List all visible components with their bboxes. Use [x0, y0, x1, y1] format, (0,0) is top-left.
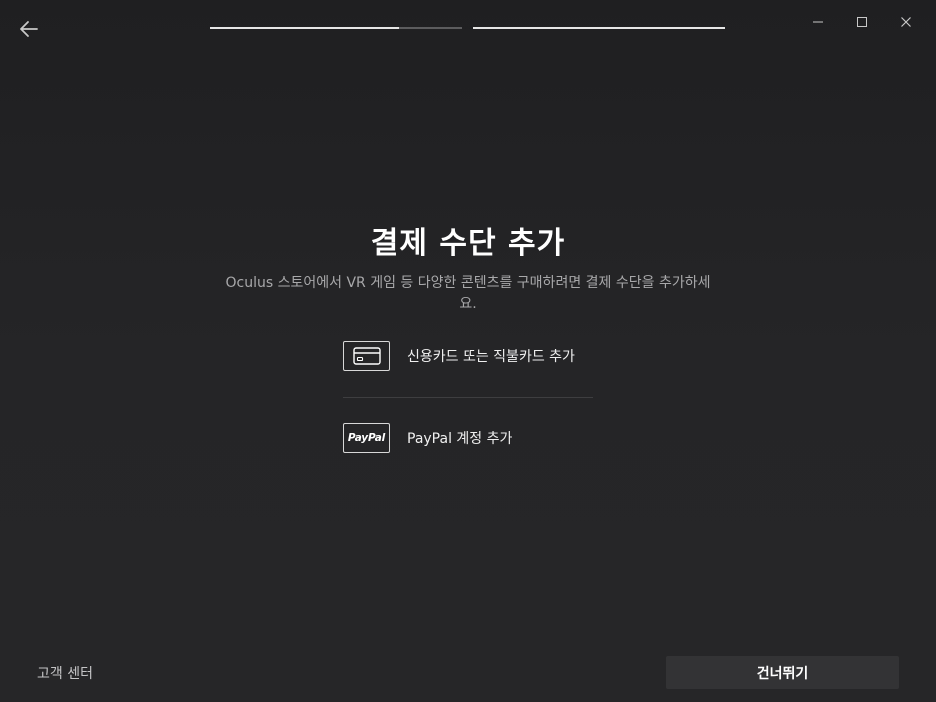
maximize-button[interactable] — [840, 8, 884, 36]
window-controls — [796, 8, 928, 36]
page-title: 결제 수단 추가 — [370, 226, 566, 261]
customer-support-link[interactable]: 고객 센터 — [37, 663, 93, 683]
add-credit-card-label: 신용카드 또는 직불카드 추가 — [407, 349, 575, 365]
oculus-setup-window: 결제 수단 추가 Oculus 스토어에서 VR 게임 등 다양한 콘텐츠를 구… — [0, 0, 936, 702]
paypal-logo-text: PayPal — [347, 432, 386, 444]
close-icon — [901, 17, 911, 27]
minimize-icon — [813, 21, 823, 23]
back-button[interactable] — [14, 14, 44, 44]
progress-bar-step-1-fill — [210, 27, 399, 29]
credit-card-icon — [343, 341, 390, 371]
paypal-logo-icon: PayPal — [343, 423, 390, 453]
minimize-button[interactable] — [796, 8, 840, 36]
page-subtitle: Oculus 스토어에서 VR 게임 등 다양한 콘텐츠를 구매하려면 결제 수… — [225, 275, 711, 312]
progress-bar-step-2-fill — [473, 27, 725, 29]
skip-button[interactable]: 건너뛰기 — [666, 656, 899, 689]
add-credit-card-option[interactable]: 신용카드 또는 직불카드 추가 — [343, 341, 593, 371]
add-paypal-label: PayPal 계정 추가 — [407, 431, 513, 447]
add-paypal-option[interactable]: PayPal PayPal 계정 추가 — [343, 423, 593, 453]
maximize-icon — [857, 17, 867, 27]
close-button[interactable] — [884, 8, 928, 36]
arrow-left-icon — [20, 21, 38, 37]
progress-bar-step-2 — [473, 27, 725, 29]
option-divider — [343, 397, 593, 398]
progress-bar-step-1 — [210, 27, 462, 29]
